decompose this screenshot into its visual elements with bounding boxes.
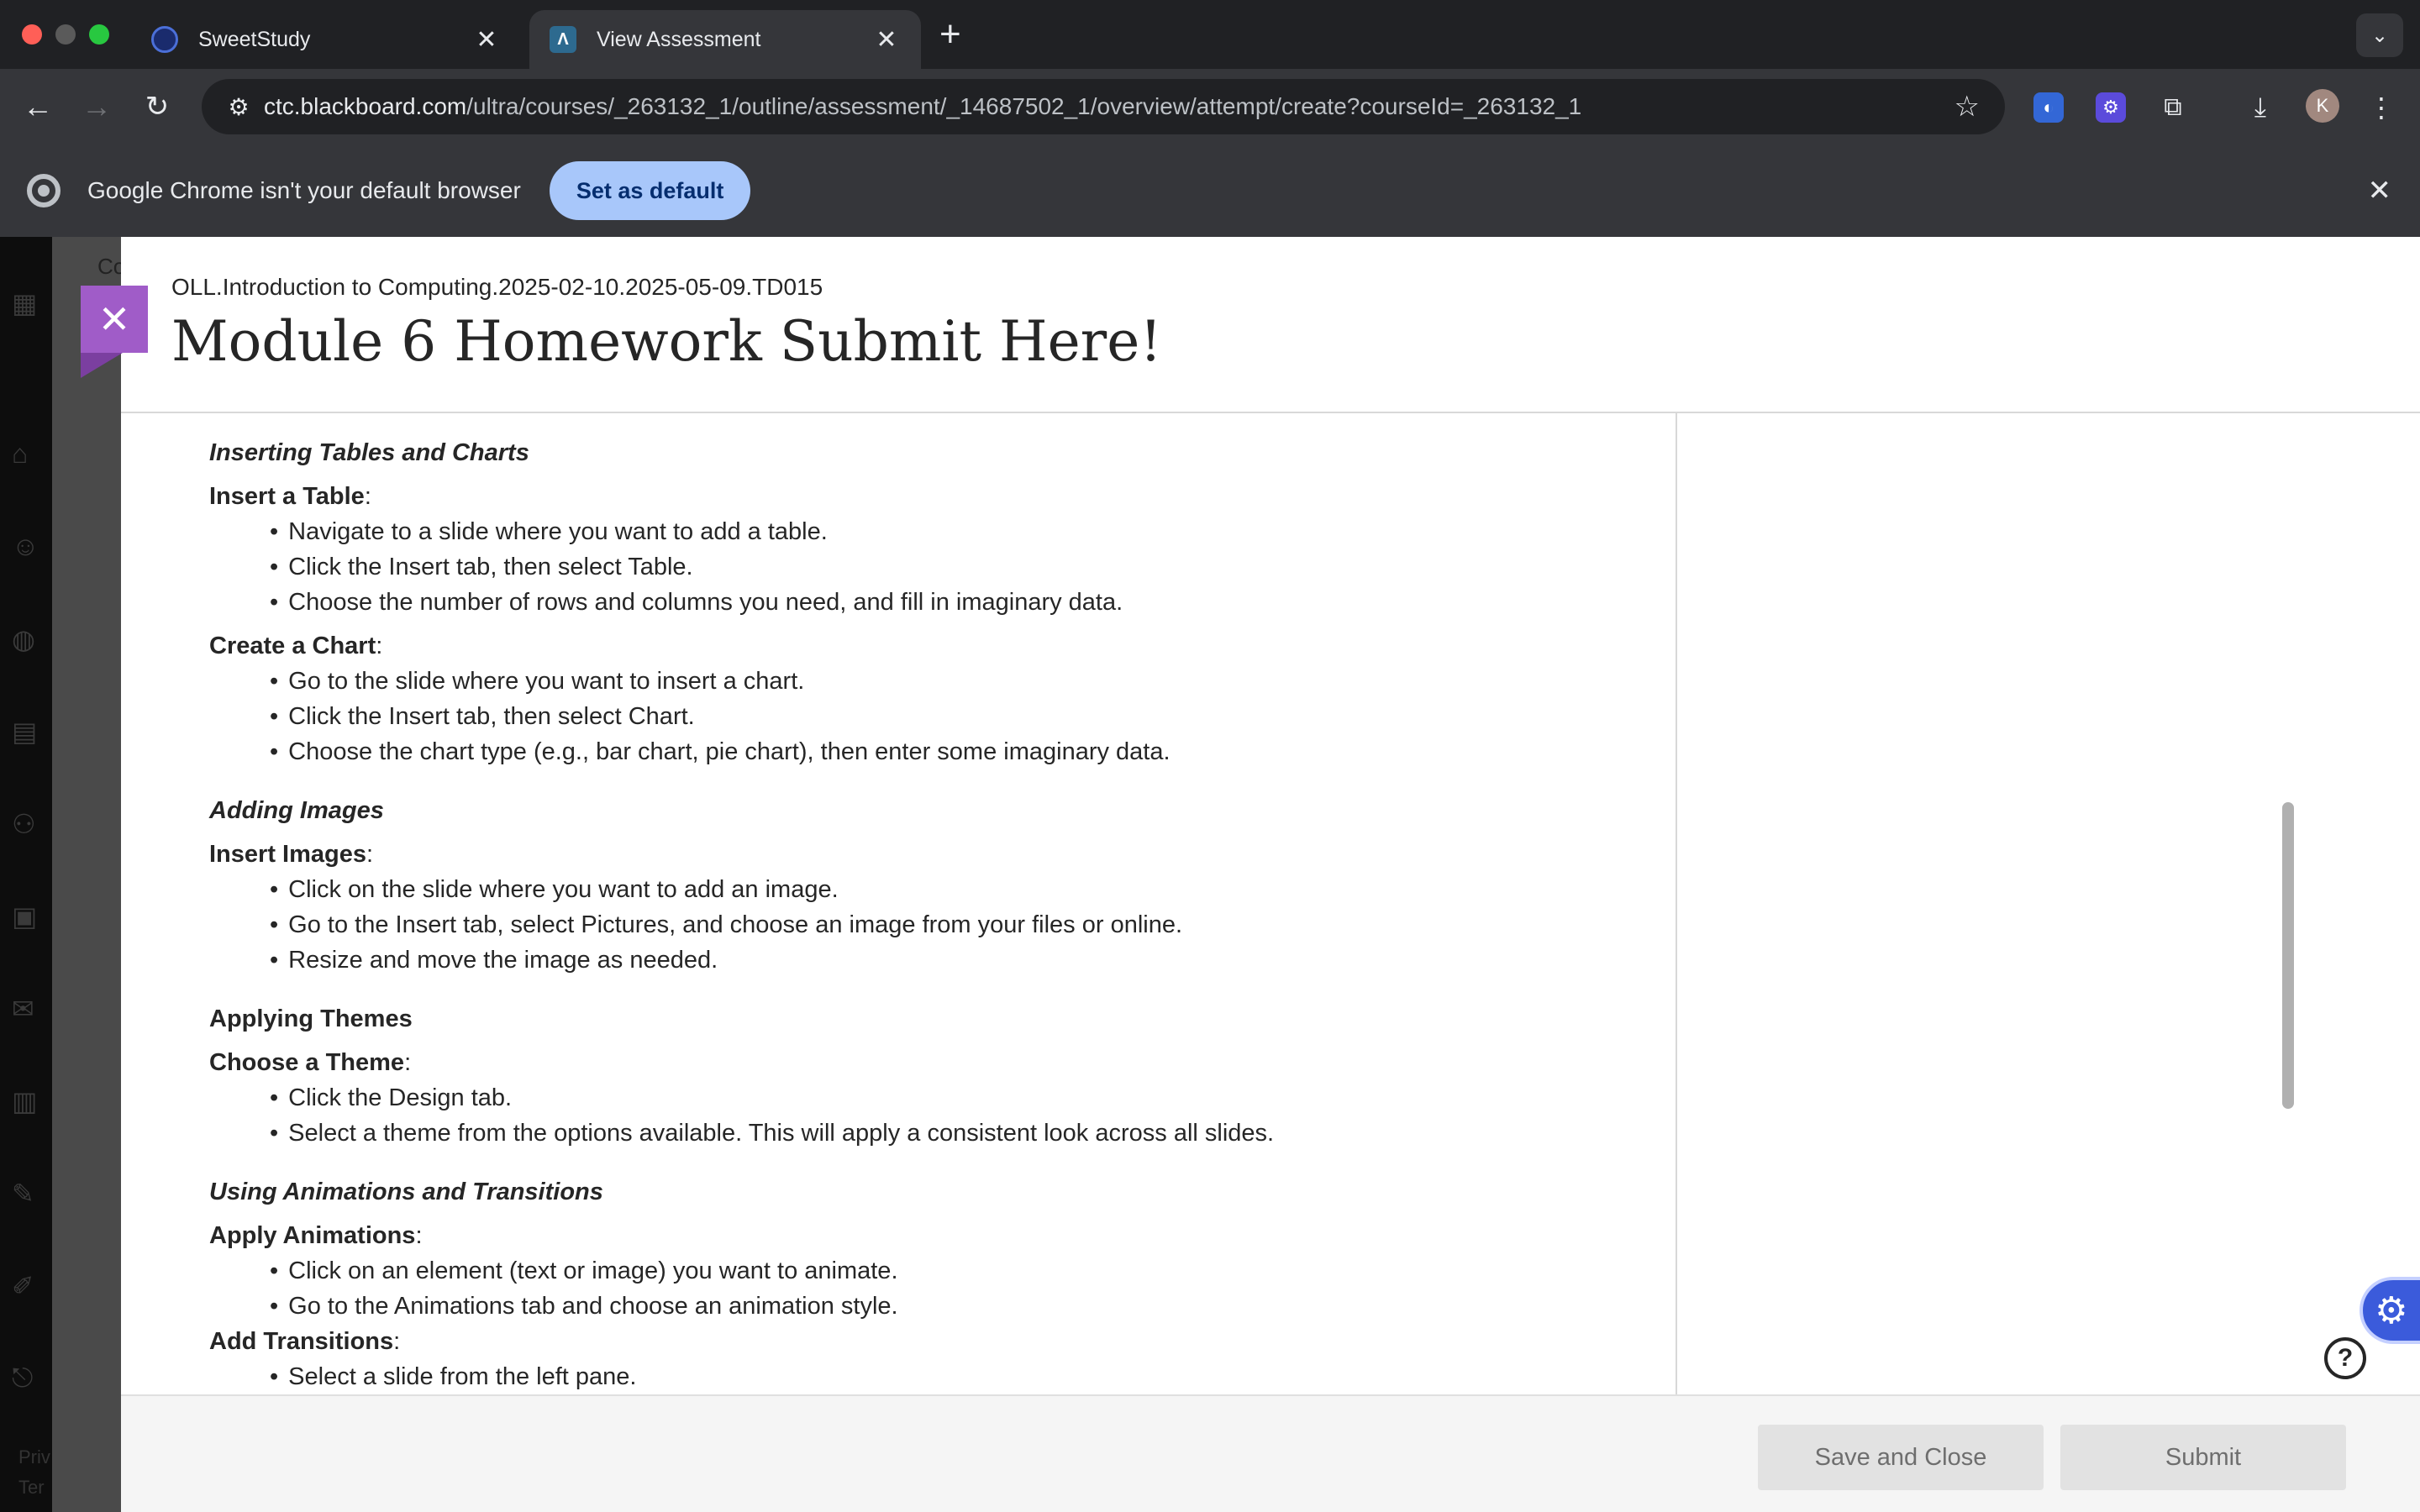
submit-button[interactable]: Submit xyxy=(2060,1425,2346,1490)
content-scrollbar[interactable] xyxy=(2282,802,2294,1109)
messages-icon[interactable]: ✉ xyxy=(12,993,40,1024)
bullet-list: Select a slide from the left pane. xyxy=(209,1359,1638,1394)
blackboard-favicon-icon: Λ xyxy=(550,26,576,53)
edit-icon[interactable]: ✐ xyxy=(12,1270,40,1301)
calendar-icon[interactable]: ▣ xyxy=(12,900,40,932)
browser-tabstrip: SweetStudy ✕ Λ View Assessment ✕ + ⌄ xyxy=(0,0,2420,69)
subheading: Choose a Theme: xyxy=(209,1049,412,1076)
profile-icon[interactable]: ☺ xyxy=(12,531,40,561)
institution-logo-icon: ▦ xyxy=(12,288,38,318)
list-item: Select a slide from the left pane. xyxy=(270,1359,1638,1394)
subheading: Insert a Table: xyxy=(209,483,371,510)
bullet-list: Navigate to a slide where you want to ad… xyxy=(209,514,1638,620)
list-item: Navigate to a slide where you want to ad… xyxy=(270,514,1638,549)
panel-footer: Save and Close Submit xyxy=(121,1394,2420,1512)
section-heading: Inserting Tables and Charts xyxy=(209,439,529,466)
address-bar[interactable]: ⚙ ctc.blackboard.com/ultra/courses/_2631… xyxy=(202,79,2005,134)
grades-icon[interactable]: ▥ xyxy=(12,1085,40,1116)
infobar-close-icon[interactable]: ✕ xyxy=(2368,174,2392,207)
activity-globe-icon[interactable]: ◍ xyxy=(12,623,40,654)
bullet-list: Click on the slide where you want to add… xyxy=(209,872,1638,978)
window-close-dot[interactable] xyxy=(22,24,42,45)
list-item: Click the Design tab. xyxy=(270,1080,1638,1116)
course-name: OLL.Introduction to Computing.2025-02-10… xyxy=(171,274,823,300)
list-item: Go to the Insert tab, select Pictures, a… xyxy=(270,907,1638,942)
list-item: Click the Insert tab, then select Chart. xyxy=(270,699,1638,734)
instructions-document: Inserting Tables and Charts Insert a Tab… xyxy=(209,435,1638,1394)
courses-icon[interactable]: ▤ xyxy=(12,716,40,747)
tab-close-icon[interactable]: ✕ xyxy=(472,25,501,55)
chrome-logo-icon xyxy=(27,174,60,207)
list-item: Click on an element (text or image) you … xyxy=(270,1253,1638,1289)
tab-sweetstudy[interactable]: SweetStudy ✕ xyxy=(131,10,521,69)
privacy-link[interactable]: Priv xyxy=(18,1446,50,1468)
assessment-content: Inserting Tables and Charts Insert a Tab… xyxy=(121,413,1677,1394)
right-sidebar xyxy=(1679,413,2420,1394)
lms-side-nav: ▦ ⌂ ☺ ◍ ▤ ⚇ ▣ ✉ ▥ ✎ ✐ ⎋ Priv Ter xyxy=(0,237,52,1512)
bullet-list: Click on an element (text or image) you … xyxy=(209,1253,1638,1324)
browser-menu-icon[interactable]: ⋮ xyxy=(2366,92,2396,123)
panel-header: OLL.Introduction to Computing.2025-02-10… xyxy=(121,237,2420,413)
reload-icon[interactable]: ↻ xyxy=(136,86,178,128)
close-tab-fold xyxy=(81,353,123,378)
list-item: Click on the slide where you want to add… xyxy=(270,872,1638,907)
list-item: Choose the chart type (e.g., bar chart, … xyxy=(270,734,1638,769)
lms-background-strip: Co xyxy=(52,237,125,1512)
list-item: Resize and move the image as needed. xyxy=(270,942,1638,978)
address-url[interactable]: ctc.blackboard.com/ultra/courses/_263132… xyxy=(264,93,1581,120)
site-info-icon[interactable]: ⚙ xyxy=(213,93,264,121)
bookmark-star-icon[interactable]: ☆ xyxy=(1954,90,1980,123)
sweetstudy-favicon-icon xyxy=(151,26,178,53)
window-minimize-dot[interactable] xyxy=(55,24,76,45)
bullet-list: Go to the slide where you want to insert… xyxy=(209,664,1638,769)
downloads-icon[interactable]: ⤓ xyxy=(2245,92,2275,123)
extension-gear-icon[interactable]: ⚙ xyxy=(2096,92,2126,123)
extensions-puzzle-icon[interactable]: ⧉ xyxy=(2158,92,2188,123)
default-browser-infobar: Google Chrome isn't your default browser… xyxy=(0,144,2420,237)
close-panel-button[interactable]: ✕ xyxy=(81,286,148,353)
tools-icon[interactable]: ✎ xyxy=(12,1178,40,1209)
list-item: Go to the Animations tab and choose an a… xyxy=(270,1289,1638,1324)
list-item: Go to the slide where you want to insert… xyxy=(270,664,1638,699)
list-item: Click the Insert tab, then select Table. xyxy=(270,549,1638,585)
subheading: Apply Animations: xyxy=(209,1222,423,1249)
profile-avatar[interactable]: K xyxy=(2306,89,2339,123)
tab-title: SweetStudy xyxy=(198,27,311,51)
list-item: Choose the number of rows and columns yo… xyxy=(270,585,1638,620)
new-tab-plus-icon[interactable]: + xyxy=(939,13,961,55)
section-heading: Adding Images xyxy=(209,797,384,824)
sign-out-icon[interactable]: ⎋ xyxy=(12,1362,40,1393)
institution-icon[interactable]: ⌂ xyxy=(12,438,40,469)
infobar-message: Google Chrome isn't your default browser xyxy=(87,177,521,203)
back-arrow-icon[interactable]: ← xyxy=(17,86,59,128)
save-and-close-button[interactable]: Save and Close xyxy=(1758,1425,2044,1490)
terms-link[interactable]: Ter xyxy=(18,1477,45,1499)
browser-toolbar: ← → ↻ ⚙ ctc.blackboard.com/ultra/courses… xyxy=(0,69,2420,144)
tab-view-assessment[interactable]: Λ View Assessment ✕ xyxy=(529,10,921,69)
tab-title: View Assessment xyxy=(597,27,761,51)
help-question-icon[interactable]: ? xyxy=(2324,1337,2366,1379)
set-default-button[interactable]: Set as default xyxy=(549,161,751,220)
section-heading: Using Animations and Transitions xyxy=(209,1179,603,1205)
subheading: Insert Images: xyxy=(209,841,374,868)
assessment-panel: OLL.Introduction to Computing.2025-02-10… xyxy=(121,237,2420,1512)
subheading: Add Transitions: xyxy=(209,1328,401,1355)
bullet-list: Click the Design tab. Select a theme fro… xyxy=(209,1080,1638,1151)
extension-globe-icon[interactable]: ◐ xyxy=(2033,92,2064,123)
organizations-icon[interactable]: ⚇ xyxy=(12,808,40,839)
accessibility-gear-icon[interactable]: ⚙ xyxy=(2360,1277,2420,1344)
subheading: Create a Chart: xyxy=(209,633,383,659)
section-heading: Applying Themes xyxy=(209,1005,413,1032)
page-title: Module 6 Homework Submit Here! xyxy=(171,309,1162,374)
tab-close-icon[interactable]: ✕ xyxy=(872,25,901,55)
list-item: Select a theme from the options availabl… xyxy=(270,1116,1638,1151)
forward-arrow-icon[interactable]: → xyxy=(76,86,118,128)
tab-search-chevron-icon[interactable]: ⌄ xyxy=(2356,13,2403,57)
window-zoom-dot[interactable] xyxy=(89,24,109,45)
